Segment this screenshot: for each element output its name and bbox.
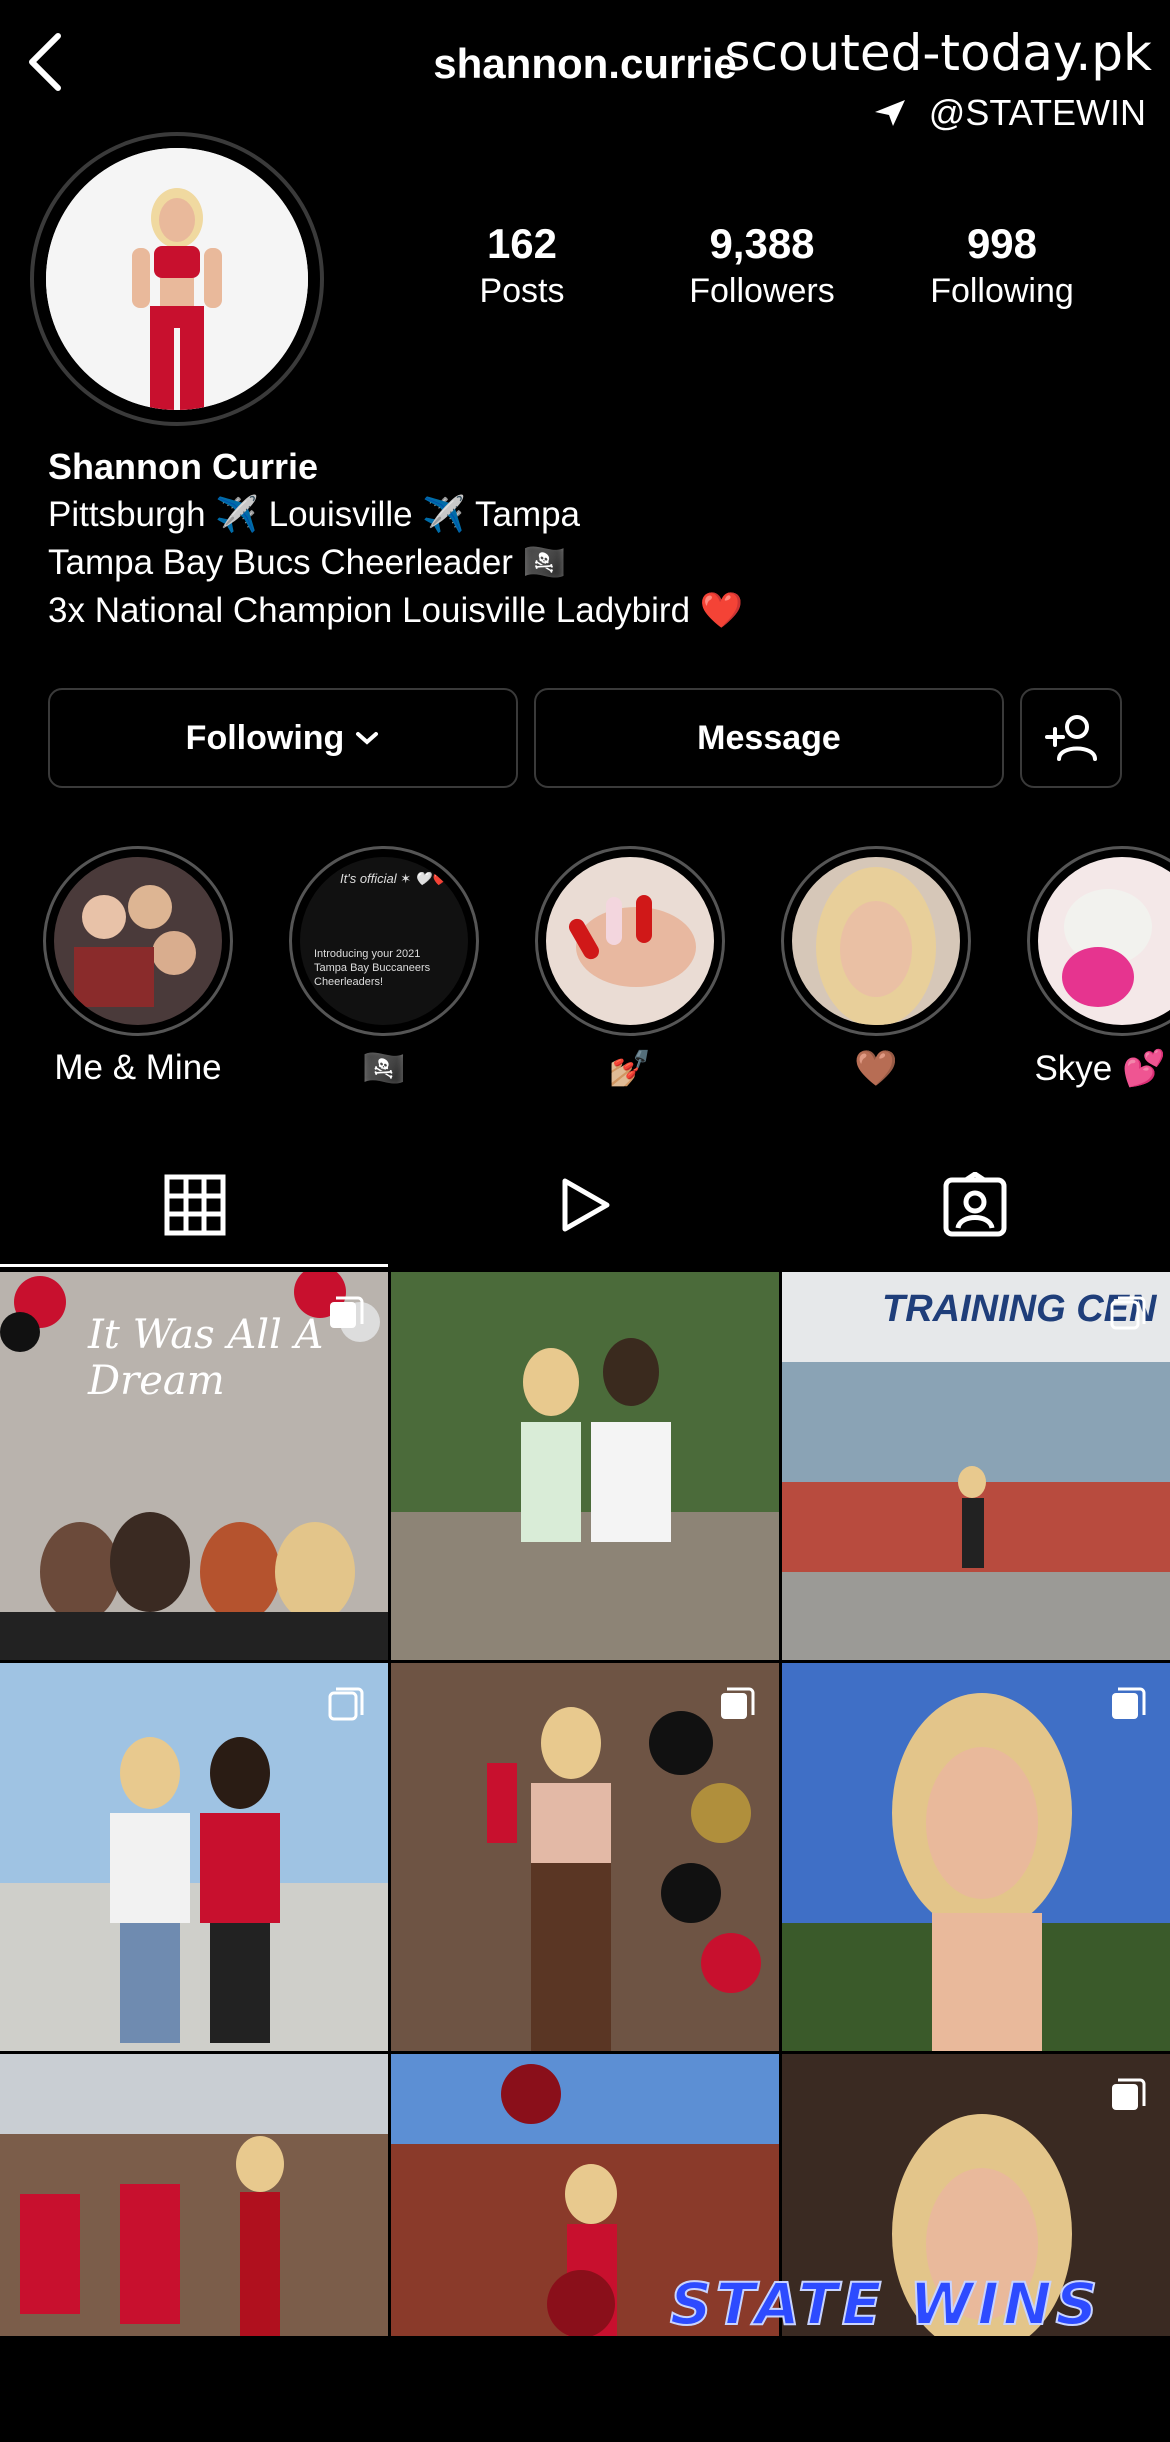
highlight-selfie[interactable]: [781, 846, 971, 1036]
stat-followers-value: 9,388: [709, 220, 815, 267]
stat-posts[interactable]: 162 Posts: [422, 220, 622, 311]
bio-line: 3x National Champion Louisville Ladybird…: [48, 591, 744, 630]
reels-icon: [562, 1178, 610, 1232]
highlight-thumb-text: It's official ✶ 🤍❤️: [340, 871, 448, 886]
avatar-image: [46, 148, 308, 410]
highlight-label: 💅🏼: [608, 1049, 652, 1088]
send-icon: [874, 100, 905, 126]
highlight-thumbnail: [792, 857, 960, 1025]
message-button[interactable]: Message: [534, 688, 1004, 788]
highlight-label: Me & Mine: [54, 1048, 222, 1087]
watermark-handle-text: @STATEWIN: [928, 92, 1146, 133]
chevron-down-icon: [356, 732, 379, 745]
post-thumbnail[interactable]: [391, 1272, 779, 1660]
multi-post-icon: [721, 1687, 755, 1719]
post-image: [391, 1272, 779, 1660]
post-image: [0, 2054, 388, 2336]
post-thumbnail[interactable]: [391, 1663, 779, 2051]
post-thumbnail[interactable]: It Was All A Dream: [0, 1272, 388, 1660]
following-button-label: Following: [185, 718, 345, 757]
tagged-icon: [943, 1172, 1007, 1237]
post-thumbnail[interactable]: [0, 2054, 388, 2442]
stat-followers[interactable]: 9,388 Followers: [662, 220, 862, 311]
highlight-label: Skye 💕: [1034, 1049, 1166, 1088]
multi-post-icon: [1112, 1687, 1146, 1719]
highlight-thumbnail: [546, 857, 714, 1025]
active-tab-indicator: [0, 1264, 388, 1267]
stat-posts-label: Posts: [479, 272, 565, 310]
post-thumbnail[interactable]: [782, 1663, 1170, 2051]
grid-icon: [164, 1174, 226, 1236]
highlight-skye[interactable]: [1027, 846, 1170, 1036]
post-thumbnail[interactable]: [782, 2054, 1170, 2442]
add-user-icon: [1045, 715, 1097, 761]
post-thumbnail[interactable]: [0, 1663, 388, 2051]
post-thumbnail[interactable]: [391, 2054, 779, 2442]
multi-post-icon: [330, 1296, 364, 1328]
highlight-thumbnail: [54, 857, 222, 1025]
post-thumbnail[interactable]: TRAINING CEN: [782, 1272, 1170, 1660]
tab-grid[interactable]: [0, 1160, 390, 1250]
highlight-bucs[interactable]: It's official ✶ 🤍❤️ Introducing your 202…: [289, 846, 479, 1036]
multi-post-icon: [328, 1687, 364, 1721]
bio-line: Pittsburgh ✈️ Louisville ✈️ Tampa: [48, 495, 581, 534]
highlight-thumb-text: Introducing your 2021 Tampa Bay Buccanee…: [314, 948, 431, 988]
highlight-me-and-mine[interactable]: [43, 846, 233, 1036]
watermark-text: scouted-today.pk: [724, 24, 1152, 82]
following-button[interactable]: Following: [48, 688, 518, 788]
highlight-thumbnail: [1038, 857, 1170, 1025]
watermark-state-wins: STATE WINS: [669, 2269, 1102, 2339]
stat-following-label: Following: [930, 272, 1074, 310]
multi-post-icon: [1112, 2078, 1146, 2110]
highlight-nails[interactable]: [535, 846, 725, 1036]
post-caption: It Was All A Dream: [88, 1312, 324, 1404]
multi-post-icon: [1110, 1296, 1146, 1330]
message-button-label: Message: [697, 718, 841, 757]
highlight-label: 🤎: [854, 1049, 898, 1088]
stat-followers-label: Followers: [689, 272, 835, 310]
avatar[interactable]: [46, 148, 308, 410]
stat-following-value: 998: [966, 220, 1038, 267]
watermark-handle: @STATEWIN: [873, 92, 1146, 134]
highlight-thumbnail: It's official ✶ 🤍❤️ Introducing your 202…: [300, 857, 468, 1025]
highlight-label: 🏴‍☠️: [362, 1049, 406, 1088]
tab-tagged[interactable]: [780, 1160, 1170, 1250]
profile-name: Shannon Currie: [48, 446, 319, 487]
bio-line: Tampa Bay Bucs Cheerleader 🏴‍☠️: [48, 543, 567, 582]
tab-reels[interactable]: [390, 1160, 780, 1250]
stat-posts-value: 162: [486, 220, 558, 267]
stat-following[interactable]: 998 Following: [902, 220, 1102, 311]
add-user-button[interactable]: [1020, 688, 1122, 788]
